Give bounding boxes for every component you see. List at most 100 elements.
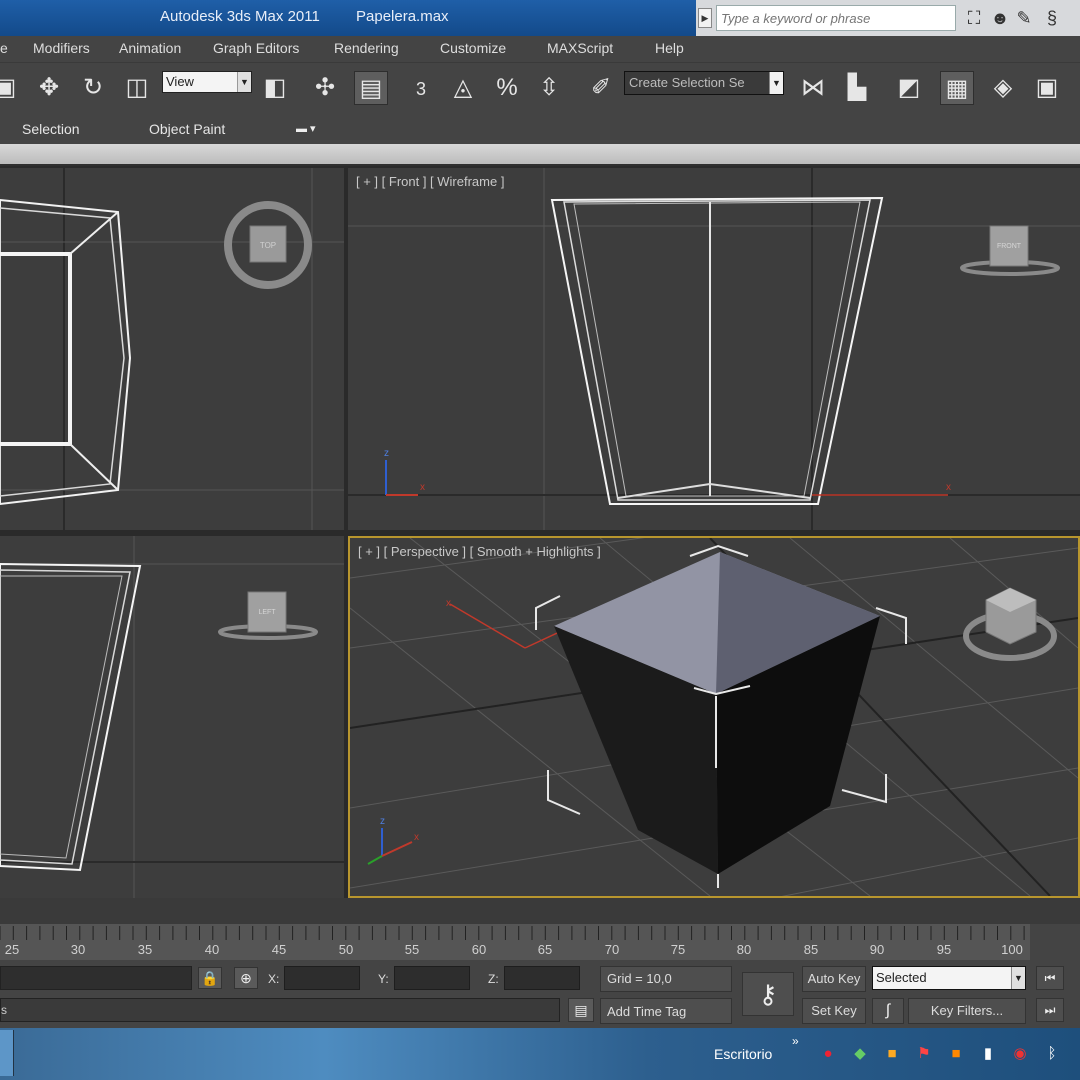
- auto-key-button[interactable]: Auto Key: [802, 966, 866, 992]
- svg-text:z: z: [380, 816, 385, 827]
- tools-icon[interactable]: ✎: [1012, 6, 1036, 30]
- menu-maxscript[interactable]: MAXScript: [547, 40, 613, 56]
- spinner-snap-icon[interactable]: ⇳: [532, 71, 566, 105]
- key-mode-dropdown[interactable]: Selected ▼: [872, 966, 1026, 990]
- frame-number: 30: [70, 942, 86, 957]
- menu-modifiers[interactable]: Modifiers: [33, 40, 90, 56]
- viewport-front[interactable]: x z x FRONT [ + ] [ Front ] [ Wireframe …: [348, 168, 1080, 530]
- default-tangent-icon[interactable]: ∫: [872, 998, 904, 1024]
- 3ds-max-window: Autodesk 3ds Max 2011 Papelera.max ▶ ⛶ ☻…: [0, 0, 1080, 1080]
- frame-number: 60: [471, 942, 487, 957]
- y-coord-label: Y:: [378, 972, 389, 986]
- graphite-toggle-icon[interactable]: ▦: [940, 71, 974, 105]
- front-cube-label: FRONT: [997, 243, 1022, 250]
- manipulate-icon[interactable]: ✣: [308, 71, 342, 105]
- angle-snap-icon[interactable]: ◬: [446, 71, 480, 105]
- scale-icon[interactable]: ◫: [120, 71, 154, 105]
- menu-edit[interactable]: e: [0, 40, 8, 56]
- key-filters-button[interactable]: Key Filters...: [908, 998, 1026, 1024]
- ribbon-options-icon[interactable]: ▬ ▾: [296, 122, 330, 136]
- svg-text:x: x: [420, 482, 425, 493]
- frame-number: 85: [803, 942, 819, 957]
- viewport-front-canvas: x z x FRONT: [348, 168, 1080, 530]
- tray-bag-icon[interactable]: ■: [882, 1044, 902, 1064]
- frame-number: 45: [271, 942, 287, 957]
- communication-icon[interactable]: §: [1040, 6, 1064, 30]
- viewport-divider-horizontal[interactable]: [0, 530, 1080, 536]
- time-tag-icon[interactable]: ▤: [568, 998, 594, 1022]
- trackbar-ticks: [0, 926, 1025, 940]
- menu-customize[interactable]: Customize: [440, 40, 506, 56]
- x-coord-field[interactable]: [284, 966, 360, 990]
- menu-graph-editors[interactable]: Graph Editors: [213, 40, 299, 56]
- viewport-perspective-canvas: x x z x: [350, 538, 1078, 896]
- go-to-start-icon[interactable]: ⏮: [1036, 966, 1064, 990]
- viewport-perspective[interactable]: x x z x: [348, 536, 1080, 898]
- edit-named-selection-icon[interactable]: ✐: [584, 71, 618, 105]
- desktop-toolbar-label[interactable]: Escritorio: [714, 1046, 772, 1062]
- align-icon[interactable]: ▙: [840, 71, 874, 105]
- tray-antivirus-icon[interactable]: ◉: [1010, 1044, 1030, 1064]
- schematic-view-icon[interactable]: ◈: [986, 71, 1020, 105]
- viewport-left-canvas: LEFT: [0, 536, 344, 898]
- frame-number: 70: [604, 942, 620, 957]
- tray-network-icon[interactable]: ◆: [850, 1044, 870, 1064]
- file-name: Papelera.max: [356, 8, 449, 25]
- search-input[interactable]: [717, 6, 955, 30]
- user-icon[interactable]: ☻: [988, 6, 1012, 30]
- ribbon: Selection Object Paint ▬ ▾: [0, 114, 1080, 144]
- layer-manager-icon[interactable]: ◩: [892, 71, 926, 105]
- menu-animation[interactable]: Animation: [119, 40, 181, 56]
- key-mode-toggle-icon[interactable]: ⏭: [1036, 998, 1064, 1022]
- tray-bluetooth-icon[interactable]: ᛒ: [1042, 1044, 1062, 1064]
- keyboard-shortcut-override-icon[interactable]: ▤: [354, 71, 388, 105]
- menu-bar: e Modifiers Animation Graph Editors Rend…: [0, 36, 1080, 62]
- tray-app-icon[interactable]: ■: [946, 1044, 966, 1064]
- selection-set-placeholder: Create Selection Se: [629, 75, 745, 90]
- pivot-center-icon[interactable]: ◧: [258, 71, 292, 105]
- percent-snap-icon[interactable]: %: [490, 71, 524, 105]
- viewport-top-canvas: TOP: [0, 168, 344, 530]
- z-coord-field[interactable]: [504, 966, 580, 990]
- tray-flag-icon[interactable]: ⚑: [914, 1044, 934, 1064]
- windows-taskbar: Escritorio » ● ◆ ■ ⚑ ■ ▮ ◉ ᛒ: [0, 1028, 1080, 1080]
- menu-help[interactable]: Help: [655, 40, 684, 56]
- tray-security-icon[interactable]: ●: [818, 1044, 838, 1064]
- status-prompt-field[interactable]: [0, 966, 192, 990]
- menu-rendering[interactable]: Rendering: [334, 40, 399, 56]
- svg-text:x: x: [946, 482, 951, 493]
- taskbar-button-fragment[interactable]: [0, 1030, 14, 1076]
- status-bar: s 🔒 ⊕ X: Y: Z: Grid = 10,0 ▤ Add Time Ta…: [0, 960, 1080, 1028]
- chevron-right-icon[interactable]: »: [792, 1034, 799, 1048]
- viewport-left[interactable]: LEFT: [0, 536, 344, 898]
- mirror-icon[interactable]: ⋈: [796, 71, 830, 105]
- app-title: Autodesk 3ds Max 2011: [160, 8, 320, 25]
- search-box[interactable]: [716, 5, 956, 31]
- rotate-icon[interactable]: ↻: [76, 71, 110, 105]
- add-time-tag-button[interactable]: Add Time Tag: [600, 998, 732, 1024]
- chevron-down-icon: ▼: [237, 72, 251, 92]
- search-expand-arrow[interactable]: ▶: [698, 8, 712, 28]
- set-key-button[interactable]: Set Key: [802, 998, 866, 1024]
- selection-lock-icon[interactable]: 🔒: [198, 967, 222, 989]
- y-coord-field[interactable]: [394, 966, 470, 990]
- snaps-toggle-icon[interactable]: 3: [404, 71, 438, 105]
- frame-number: 35: [137, 942, 153, 957]
- move-icon[interactable]: ✥: [32, 71, 66, 105]
- tab-object-paint[interactable]: Object Paint: [149, 121, 225, 137]
- tray-battery-icon[interactable]: ▮: [978, 1044, 998, 1064]
- select-link-icon[interactable]: ▣: [0, 71, 22, 105]
- set-keys-key-icon[interactable]: ⚷: [742, 972, 794, 1016]
- tab-selection[interactable]: Selection: [22, 121, 80, 137]
- x-coord-label: X:: [268, 972, 280, 986]
- viewport-top[interactable]: TOP: [0, 168, 344, 530]
- material-editor-icon[interactable]: ▣: [1030, 71, 1064, 105]
- time-slider-bar[interactable]: [0, 898, 1080, 924]
- viewport-perspective-label[interactable]: [ + ] [ Perspective ] [ Smooth + Highlig…: [358, 544, 601, 559]
- binoculars-icon[interactable]: ⛶: [962, 6, 986, 30]
- named-selection-sets-dropdown[interactable]: Create Selection Se ▼: [624, 71, 784, 95]
- absolute-mode-icon[interactable]: ⊕: [234, 967, 258, 989]
- trackbar[interactable]: 25 30 35 40 45 50 55 60 65 70 75 80 85 9…: [0, 924, 1030, 960]
- reference-coordinate-dropdown[interactable]: View ▼: [162, 71, 252, 93]
- viewport-front-label[interactable]: [ + ] [ Front ] [ Wireframe ]: [356, 174, 504, 189]
